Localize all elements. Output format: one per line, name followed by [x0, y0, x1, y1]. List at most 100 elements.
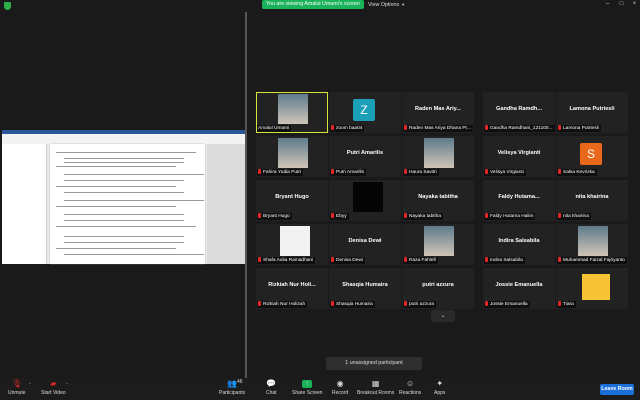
participant-video: [280, 226, 310, 256]
shield-icon[interactable]: [4, 2, 11, 10]
participant-tile[interactable]: Indira Salsabila Indira Salsabila: [483, 224, 555, 265]
participant-label-text: Salsa Kevrizka: [563, 170, 595, 175]
participant-video: [278, 138, 308, 168]
participant-tile[interactable]: Bryant Hugo Bryant Hugo: [256, 180, 328, 221]
participant-tile[interactable]: Ebyy: [329, 180, 401, 221]
participant-label: zoom baa04: [330, 125, 365, 132]
participant-name: Lamona Putriesli: [569, 106, 615, 112]
participant-label: Muhammad Faizal Fajriyanto: [557, 257, 627, 264]
microphone-muted-icon: [485, 257, 488, 262]
participant-label-text: Amalul Umami: [258, 126, 290, 131]
microphone-muted-icon: 🎙: [11, 379, 22, 388]
participant-label: Salsa Kevrizka: [557, 169, 597, 176]
chevron-down-icon: ▼: [401, 2, 406, 7]
participant-tile[interactable]: nita khairina nita khairina: [556, 180, 628, 221]
participant-label: Jossie Emanuella: [484, 301, 530, 308]
participants-label: Participants: [219, 390, 246, 396]
participant-label-text: Ebyy: [336, 214, 347, 219]
record-button[interactable]: ◉ Record: [332, 379, 348, 397]
apps-icon: ✦: [436, 379, 444, 388]
participant-tile[interactable]: Shafa Aulia Ramadhani: [256, 224, 328, 265]
participant-tile[interactable]: putri azzura putri azzura: [402, 268, 474, 309]
reactions-button[interactable]: ☺ Reactions: [399, 379, 422, 397]
participant-video: [578, 226, 608, 256]
unassigned-participant-notice[interactable]: 1 unassigned participant: [326, 357, 422, 370]
participant-tile[interactable]: Rizkiah Nur Holi... Rizkiah Nur Holizah: [256, 268, 328, 309]
share-screen-button[interactable]: ↑ Share Screen: [292, 380, 323, 396]
video-options-chevron[interactable]: ^: [66, 381, 68, 386]
breakout-rooms-button[interactable]: ▦ Breakout Rooms: [357, 380, 394, 397]
participant-tile[interactable]: Tiara: [556, 268, 628, 309]
participant-label-text: Indira Salsabila: [490, 258, 523, 263]
record-icon: ◉: [336, 379, 344, 388]
microphone-muted-icon: [558, 213, 561, 218]
text-line: [56, 186, 176, 187]
chat-button[interactable]: 💬 Chat: [266, 380, 277, 397]
participant-tile[interactable]: Muhammad Faizal Fajriyanto: [556, 224, 628, 265]
text-line: [64, 242, 184, 243]
unmute-button[interactable]: 🎙 Unmute: [8, 379, 26, 397]
participant-tile[interactable]: Gandha Ramdh... Gandha Ramdhani_121100...: [483, 92, 555, 133]
participant-label-text: Tiara: [563, 302, 574, 307]
participant-name: Nayaka tabitha: [418, 194, 458, 200]
viewing-banner: You are viewing Amalul Umami's screen: [262, 0, 364, 9]
text-line: [56, 248, 176, 249]
apps-button[interactable]: ✦ Apps: [434, 379, 446, 397]
microphone-muted-icon: [558, 301, 561, 306]
participant-name: Jossie Emanuella: [495, 282, 543, 288]
participant-name: Bryant Hugo: [275, 194, 309, 200]
minimize-icon[interactable]: –: [604, 1, 611, 8]
participant-label: Bryant Hugo: [257, 213, 292, 220]
view-options-button[interactable]: View Options ▼: [368, 1, 405, 9]
reactions-label: Reactions: [399, 390, 422, 396]
participant-tile[interactable]: Putri Amarilis Putri Amarilis: [329, 136, 401, 177]
text-line: [56, 166, 176, 167]
participant-label: Ebyy: [330, 213, 349, 220]
participant-tile[interactable]: Haura Savitri: [402, 136, 474, 177]
participant-tile[interactable]: Faldy Hutama... Faldy Hutama Halim: [483, 180, 555, 221]
participant-label-text: Velisya Virgianti: [490, 170, 524, 175]
close-icon[interactable]: ×: [631, 1, 638, 8]
participant-tile[interactable]: Raza Fahlefi: [402, 224, 474, 265]
microphone-muted-icon: [404, 213, 407, 218]
participants-button[interactable]: 👥 46 Participants: [219, 379, 246, 396]
text-line: [64, 200, 204, 201]
participant-tile[interactable]: Fahira Yudia Putri: [256, 136, 328, 177]
participant-tile[interactable]: Nayaka tabitha Nayaka tabitha: [402, 180, 474, 221]
chevron-down-icon: ⌄: [440, 313, 446, 319]
participants-icon: 👥: [227, 379, 238, 388]
microphone-muted-icon: [404, 169, 407, 174]
microphone-muted-icon: [485, 213, 488, 218]
microphone-muted-icon: [258, 169, 261, 174]
leave-room-button[interactable]: Leave Room: [600, 384, 634, 395]
navigation-pane: [2, 144, 47, 264]
participant-tile[interactable]: Jossie Emanuella Jossie Emanuella: [483, 268, 555, 309]
maximize-icon[interactable]: □: [618, 1, 625, 8]
reactions-icon: ☺: [406, 379, 415, 388]
start-video-button[interactable]: ▰ Start Video: [41, 380, 66, 397]
participant-tile[interactable]: Lamona Putriesli Lamona Putriesli: [556, 92, 628, 133]
microphone-muted-icon: [331, 169, 334, 174]
participant-label-text: Denisa Dewi: [336, 258, 363, 263]
participant-label: Gandha Ramdhani_121100...: [484, 125, 555, 132]
participant-tile[interactable]: Denisa Dewi Denisa Dewi: [329, 224, 401, 265]
apps-label: Apps: [434, 390, 446, 396]
participant-tile[interactable]: Velisya Virgianti Velisya Virgianti: [483, 136, 555, 177]
participant-label: Raden Mas Ariya Dhana Pr...: [403, 125, 473, 132]
participant-label: Shafa Aulia Ramadhani: [257, 257, 316, 264]
microphone-muted-icon: [558, 169, 561, 174]
text-line: [64, 214, 184, 215]
participant-tile[interactable]: S Salsa Kevrizka: [556, 136, 628, 177]
participant-tile[interactable]: Shasqia Humaira Shasqia Humaira: [329, 268, 401, 309]
participant-avatar: Z: [353, 99, 375, 121]
participant-tile[interactable]: Raden Mas Ariy... Raden Mas Ariya Dhana P…: [402, 92, 474, 133]
participant-label-text: Bryant Hugo: [263, 214, 290, 219]
audio-options-chevron[interactable]: ^: [29, 381, 31, 386]
more-participants-button[interactable]: ⌄: [431, 310, 455, 322]
split-divider[interactable]: [245, 12, 247, 380]
participant-label: Nayaka tabitha: [403, 213, 443, 220]
participant-tile[interactable]: Amalul Umami: [256, 92, 328, 133]
participant-label: Raza Fahlefi: [403, 257, 438, 264]
participant-label: Indira Salsabila: [484, 257, 525, 264]
participant-tile[interactable]: Zzoom baa04: [329, 92, 401, 133]
